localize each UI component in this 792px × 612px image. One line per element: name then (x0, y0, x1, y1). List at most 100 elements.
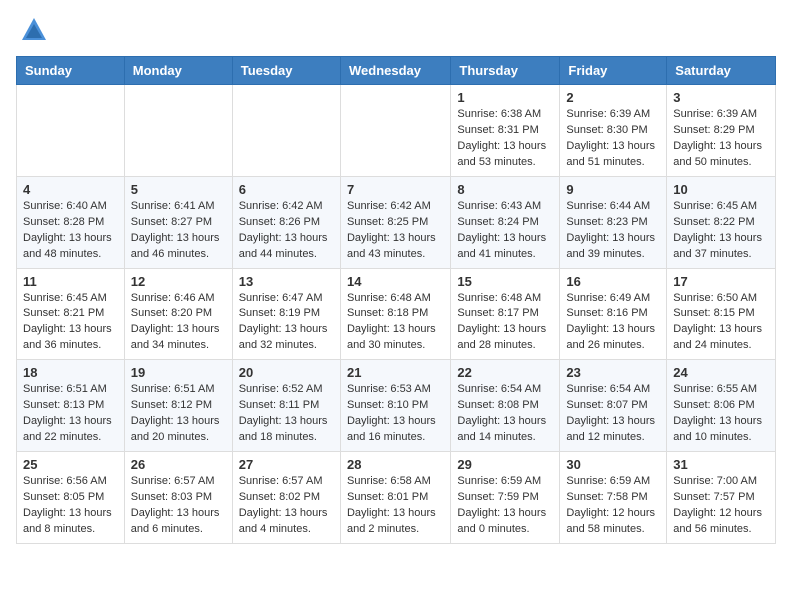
calendar-cell (232, 85, 340, 177)
day-number: 11 (23, 274, 118, 289)
day-number: 28 (347, 457, 444, 472)
day-info: Sunrise: 6:59 AM Sunset: 7:59 PM Dayligh… (457, 474, 553, 538)
calendar-week-row: 4 Sunrise: 6:40 AM Sunset: 8:28 PM Daylig… (17, 176, 776, 268)
page-header (16, 16, 776, 44)
calendar-cell: 1 Sunrise: 6:38 AM Sunset: 8:31 PM Daylig… (451, 85, 560, 177)
day-number: 3 (673, 90, 769, 105)
calendar-cell: 22 Sunrise: 6:54 AM Sunset: 8:08 PM Dayli… (451, 360, 560, 452)
day-number: 18 (23, 365, 118, 380)
day-number: 27 (239, 457, 334, 472)
day-info: Sunrise: 6:51 AM Sunset: 8:13 PM Dayligh… (23, 382, 118, 446)
calendar-cell: 4 Sunrise: 6:40 AM Sunset: 8:28 PM Daylig… (17, 176, 125, 268)
day-info: Sunrise: 6:57 AM Sunset: 8:03 PM Dayligh… (131, 474, 226, 538)
day-info: Sunrise: 6:57 AM Sunset: 8:02 PM Dayligh… (239, 474, 334, 538)
day-info: Sunrise: 6:49 AM Sunset: 8:16 PM Dayligh… (566, 291, 660, 355)
day-number: 24 (673, 365, 769, 380)
calendar-cell: 30 Sunrise: 6:59 AM Sunset: 7:58 PM Dayli… (560, 452, 667, 544)
day-info: Sunrise: 6:45 AM Sunset: 8:22 PM Dayligh… (673, 199, 769, 263)
calendar-cell: 10 Sunrise: 6:45 AM Sunset: 8:22 PM Dayli… (667, 176, 776, 268)
weekday-header-wednesday: Wednesday (340, 57, 450, 85)
calendar-cell: 11 Sunrise: 6:45 AM Sunset: 8:21 PM Dayli… (17, 268, 125, 360)
day-info: Sunrise: 6:47 AM Sunset: 8:19 PM Dayligh… (239, 291, 334, 355)
day-number: 5 (131, 182, 226, 197)
day-number: 30 (566, 457, 660, 472)
calendar-cell: 12 Sunrise: 6:46 AM Sunset: 8:20 PM Dayli… (124, 268, 232, 360)
calendar-week-row: 1 Sunrise: 6:38 AM Sunset: 8:31 PM Daylig… (17, 85, 776, 177)
calendar-cell: 31Sunrise: 7:00 AM Sunset: 7:57 PM Dayli… (667, 452, 776, 544)
day-info: Sunrise: 6:42 AM Sunset: 8:25 PM Dayligh… (347, 199, 444, 263)
calendar-cell: 19 Sunrise: 6:51 AM Sunset: 8:12 PM Dayli… (124, 360, 232, 452)
calendar-cell: 3 Sunrise: 6:39 AM Sunset: 8:29 PM Daylig… (667, 85, 776, 177)
calendar-table: SundayMondayTuesdayWednesdayThursdayFrid… (16, 56, 776, 544)
calendar-week-row: 25Sunrise: 6:56 AM Sunset: 8:05 PM Dayli… (17, 452, 776, 544)
day-number: 20 (239, 365, 334, 380)
day-number: 21 (347, 365, 444, 380)
day-info: Sunrise: 6:39 AM Sunset: 8:30 PM Dayligh… (566, 107, 660, 171)
calendar-cell: 16 Sunrise: 6:49 AM Sunset: 8:16 PM Dayli… (560, 268, 667, 360)
day-info: Sunrise: 6:48 AM Sunset: 8:17 PM Dayligh… (457, 291, 553, 355)
day-number: 26 (131, 457, 226, 472)
calendar-cell: 14Sunrise: 6:48 AM Sunset: 8:18 PM Dayli… (340, 268, 450, 360)
day-info: Sunrise: 6:46 AM Sunset: 8:20 PM Dayligh… (131, 291, 226, 355)
weekday-header-thursday: Thursday (451, 57, 560, 85)
calendar-cell: 5 Sunrise: 6:41 AM Sunset: 8:27 PM Daylig… (124, 176, 232, 268)
calendar-cell: 26 Sunrise: 6:57 AM Sunset: 8:03 PM Dayli… (124, 452, 232, 544)
day-number: 10 (673, 182, 769, 197)
day-number: 25 (23, 457, 118, 472)
day-number: 22 (457, 365, 553, 380)
logo-icon (20, 16, 48, 44)
day-info: Sunrise: 6:55 AM Sunset: 8:06 PM Dayligh… (673, 382, 769, 446)
calendar-cell: 15 Sunrise: 6:48 AM Sunset: 8:17 PM Dayli… (451, 268, 560, 360)
calendar-cell: 27 Sunrise: 6:57 AM Sunset: 8:02 PM Dayli… (232, 452, 340, 544)
calendar-cell: 18 Sunrise: 6:51 AM Sunset: 8:13 PM Dayli… (17, 360, 125, 452)
day-info: Sunrise: 6:45 AM Sunset: 8:21 PM Dayligh… (23, 291, 118, 355)
day-number: 15 (457, 274, 553, 289)
day-number: 8 (457, 182, 553, 197)
calendar-cell: 23Sunrise: 6:54 AM Sunset: 8:07 PM Dayli… (560, 360, 667, 452)
day-info: Sunrise: 6:44 AM Sunset: 8:23 PM Dayligh… (566, 199, 660, 263)
weekday-header-sunday: Sunday (17, 57, 125, 85)
calendar-cell (340, 85, 450, 177)
day-info: Sunrise: 6:51 AM Sunset: 8:12 PM Dayligh… (131, 382, 226, 446)
day-number: 2 (566, 90, 660, 105)
day-number: 31 (673, 457, 769, 472)
day-info: Sunrise: 6:54 AM Sunset: 8:08 PM Dayligh… (457, 382, 553, 446)
day-number: 1 (457, 90, 553, 105)
day-info: Sunrise: 6:39 AM Sunset: 8:29 PM Dayligh… (673, 107, 769, 171)
calendar-cell: 24 Sunrise: 6:55 AM Sunset: 8:06 PM Dayli… (667, 360, 776, 452)
calendar-cell: 17Sunrise: 6:50 AM Sunset: 8:15 PM Dayli… (667, 268, 776, 360)
day-number: 6 (239, 182, 334, 197)
day-number: 7 (347, 182, 444, 197)
day-info: Sunrise: 6:53 AM Sunset: 8:10 PM Dayligh… (347, 382, 444, 446)
calendar-cell: 29Sunrise: 6:59 AM Sunset: 7:59 PM Dayli… (451, 452, 560, 544)
day-number: 19 (131, 365, 226, 380)
day-number: 12 (131, 274, 226, 289)
calendar-cell: 21 Sunrise: 6:53 AM Sunset: 8:10 PM Dayli… (340, 360, 450, 452)
calendar-cell: 7 Sunrise: 6:42 AM Sunset: 8:25 PM Daylig… (340, 176, 450, 268)
day-number: 9 (566, 182, 660, 197)
day-info: Sunrise: 6:59 AM Sunset: 7:58 PM Dayligh… (566, 474, 660, 538)
weekday-header-monday: Monday (124, 57, 232, 85)
day-number: 17 (673, 274, 769, 289)
day-info: Sunrise: 6:52 AM Sunset: 8:11 PM Dayligh… (239, 382, 334, 446)
calendar-cell: 20 Sunrise: 6:52 AM Sunset: 8:11 PM Dayli… (232, 360, 340, 452)
calendar-cell (17, 85, 125, 177)
calendar-header-row: SundayMondayTuesdayWednesdayThursdayFrid… (17, 57, 776, 85)
calendar-cell: 2 Sunrise: 6:39 AM Sunset: 8:30 PM Daylig… (560, 85, 667, 177)
day-info: Sunrise: 6:40 AM Sunset: 8:28 PM Dayligh… (23, 199, 118, 263)
weekday-header-saturday: Saturday (667, 57, 776, 85)
day-number: 16 (566, 274, 660, 289)
calendar-cell: 8 Sunrise: 6:43 AM Sunset: 8:24 PM Daylig… (451, 176, 560, 268)
day-number: 4 (23, 182, 118, 197)
day-number: 14 (347, 274, 444, 289)
weekday-header-friday: Friday (560, 57, 667, 85)
calendar-cell: 13 Sunrise: 6:47 AM Sunset: 8:19 PM Dayli… (232, 268, 340, 360)
day-info: Sunrise: 6:58 AM Sunset: 8:01 PM Dayligh… (347, 474, 444, 538)
day-info: Sunrise: 6:43 AM Sunset: 8:24 PM Dayligh… (457, 199, 553, 263)
calendar-cell: 28 Sunrise: 6:58 AM Sunset: 8:01 PM Dayli… (340, 452, 450, 544)
day-info: Sunrise: 6:41 AM Sunset: 8:27 PM Dayligh… (131, 199, 226, 263)
day-number: 13 (239, 274, 334, 289)
day-info: Sunrise: 6:38 AM Sunset: 8:31 PM Dayligh… (457, 107, 553, 171)
day-info: Sunrise: 6:42 AM Sunset: 8:26 PM Dayligh… (239, 199, 334, 263)
calendar-cell: 25Sunrise: 6:56 AM Sunset: 8:05 PM Dayli… (17, 452, 125, 544)
